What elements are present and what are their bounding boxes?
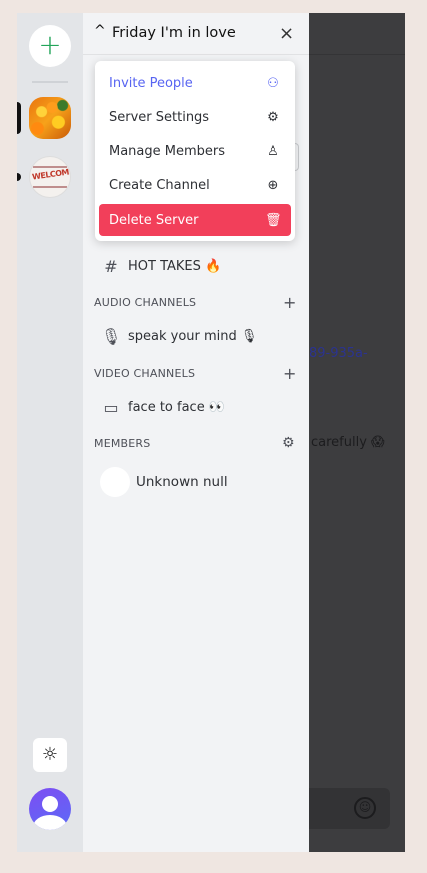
channel-face-to-face[interactable]: ▭ face to face 👀	[101, 394, 225, 420]
member-item[interactable]: Unknown null	[100, 467, 228, 497]
welcome-scribble	[33, 186, 67, 188]
close-icon[interactable]: ×	[279, 23, 294, 44]
video-channels-header: VIDEO CHANNELS	[94, 367, 196, 380]
members-header: MEMBERS	[94, 437, 151, 450]
gear-icon: ⚙	[267, 109, 279, 125]
user-avatar[interactable]	[29, 788, 71, 830]
add-user-icon: ⚇	[267, 75, 279, 91]
menu-invite-people[interactable]: Invite People ⚇	[99, 68, 291, 98]
server-icon-welcome[interactable]: WELCOME	[29, 156, 71, 198]
menu-manage-members[interactable]: Manage Members ♙	[99, 136, 291, 166]
channel-speak-your-mind[interactable]: 🎙 speak your mind 🎙	[101, 323, 257, 349]
member-name: Unknown null	[136, 474, 228, 490]
channel-name: HOT TAKES 🔥	[128, 258, 222, 274]
server-header[interactable]: ^ Friday I'm in love ×	[83, 13, 309, 55]
menu-label: Delete Server	[109, 212, 199, 228]
member-avatar	[100, 467, 130, 497]
add-audio-channel-icon[interactable]: +	[283, 293, 296, 312]
server-rail: + WELCOME ☼	[17, 13, 83, 852]
plus-icon: +	[38, 28, 62, 61]
add-server-button[interactable]: +	[29, 25, 71, 67]
chat-area-overlay[interactable]: 89-935a- carefully 😱 ☺	[309, 13, 405, 852]
selected-server-indicator	[17, 102, 21, 134]
plus-circle-icon: ⊕	[267, 177, 279, 193]
sun-icon: ☼	[41, 744, 59, 765]
add-video-channel-icon[interactable]: +	[283, 364, 296, 383]
menu-server-settings[interactable]: Server Settings ⚙	[99, 102, 291, 132]
menu-label: Invite People	[109, 75, 193, 91]
menu-create-channel[interactable]: Create Channel ⊕	[99, 170, 291, 200]
emoji-icon[interactable]: ☺	[354, 797, 376, 819]
menu-label: Create Channel	[109, 177, 210, 193]
menu-label: Server Settings	[109, 109, 210, 125]
menu-delete-server[interactable]: Delete Server 🗑	[99, 204, 291, 236]
video-camera-icon: ▭	[103, 397, 119, 417]
chevron-up-icon: ^	[94, 23, 106, 39]
person-icon: ♙	[267, 143, 279, 159]
channel-name: speak your mind 🎙	[128, 328, 258, 344]
trash-icon: 🗑	[265, 212, 282, 228]
members-gear-icon[interactable]: ⚙	[282, 435, 295, 451]
chat-header	[309, 13, 405, 55]
server-icon-friday[interactable]	[29, 97, 71, 139]
rail-divider	[32, 81, 68, 83]
welcome-logo: WELCOME	[31, 166, 71, 182]
avatar-body	[33, 815, 67, 830]
audio-channels-header: AUDIO CHANNELS	[94, 296, 197, 309]
chat-message-fragment: carefully 😱	[311, 435, 385, 450]
message-input[interactable]	[309, 788, 390, 829]
menu-label: Manage Members	[109, 143, 226, 159]
channel-hot-takes[interactable]: # HOT TAKES 🔥	[101, 253, 221, 279]
server-name: Friday I'm in love	[112, 25, 236, 41]
channel-name: face to face 👀	[128, 399, 226, 415]
theme-toggle-button[interactable]: ☼	[33, 738, 67, 772]
microphone-icon: 🎙	[101, 326, 122, 346]
avatar-head	[42, 796, 58, 812]
app-window: + WELCOME ☼ ^ Friday I'm in love × # HOT…	[17, 13, 405, 852]
chat-link-fragment: 89-935a-	[309, 346, 368, 361]
hash-icon: #	[104, 256, 118, 276]
server-dropdown-menu: Invite People ⚇ Server Settings ⚙ Manage…	[95, 61, 295, 241]
server-unread-indicator	[17, 173, 21, 181]
